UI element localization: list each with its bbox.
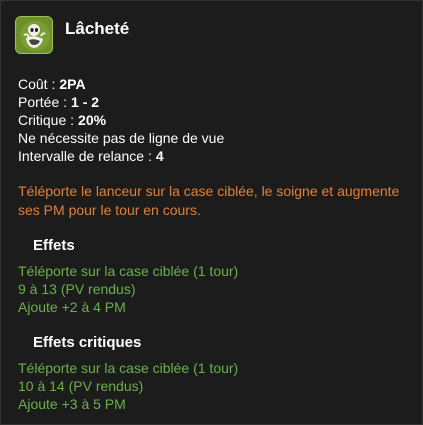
- spell-description: Téléporte le lanceur sur la case ciblée,…: [18, 183, 400, 218]
- spell-title: Lâcheté: [65, 19, 130, 38]
- effects-title: Effets: [33, 237, 75, 254]
- effect-line: Ajoute +2 à 4 PM: [18, 299, 126, 315]
- critical-row: Critique :20%: [18, 111, 224, 129]
- critical-label: Critique :: [18, 112, 75, 128]
- range-row: Portée :1 - 2: [18, 93, 224, 111]
- cost-value: 2PA: [59, 76, 86, 92]
- cooldown-value: 4: [155, 148, 164, 164]
- critical-effects-list: Téléporte sur la case ciblée (1 tour) 10…: [18, 359, 238, 413]
- critical-effect-line: 10 à 14 (PV rendus): [18, 378, 144, 394]
- effects-list: Téléporte sur la case ciblée (1 tour) 9 …: [18, 262, 238, 316]
- cooldown-row: Intervalle de relance :4: [18, 147, 224, 165]
- critical-value: 20%: [78, 112, 107, 128]
- cowardice-spell-icon: [15, 16, 53, 54]
- range-label: Portée :: [18, 94, 68, 110]
- cost-row: Coût :2PA: [18, 75, 224, 93]
- spell-tooltip: Lâcheté Coût :2PA Portée :1 - 2 Critique…: [0, 0, 423, 425]
- cooldown-label: Intervalle de relance :: [18, 148, 152, 164]
- critical-effects-title: Effets critiques: [33, 334, 142, 351]
- spell-header: Lâcheté: [15, 15, 129, 55]
- critical-effect-line: Ajoute +3 à 5 PM: [18, 396, 126, 412]
- spell-stats: Coût :2PA Portée :1 - 2 Critique :20% Ne…: [18, 75, 224, 165]
- line-of-sight-text: Ne nécessite pas de ligne de vue: [18, 130, 225, 146]
- range-value: 1 - 2: [71, 94, 100, 110]
- effect-line: Téléporte sur la case ciblée (1 tour): [18, 263, 239, 279]
- line-of-sight-row: Ne nécessite pas de ligne de vue: [18, 129, 224, 147]
- cost-label: Coût :: [18, 76, 56, 92]
- effect-line: 9 à 13 (PV rendus): [18, 281, 136, 297]
- critical-effect-line: Téléporte sur la case ciblée (1 tour): [18, 360, 239, 376]
